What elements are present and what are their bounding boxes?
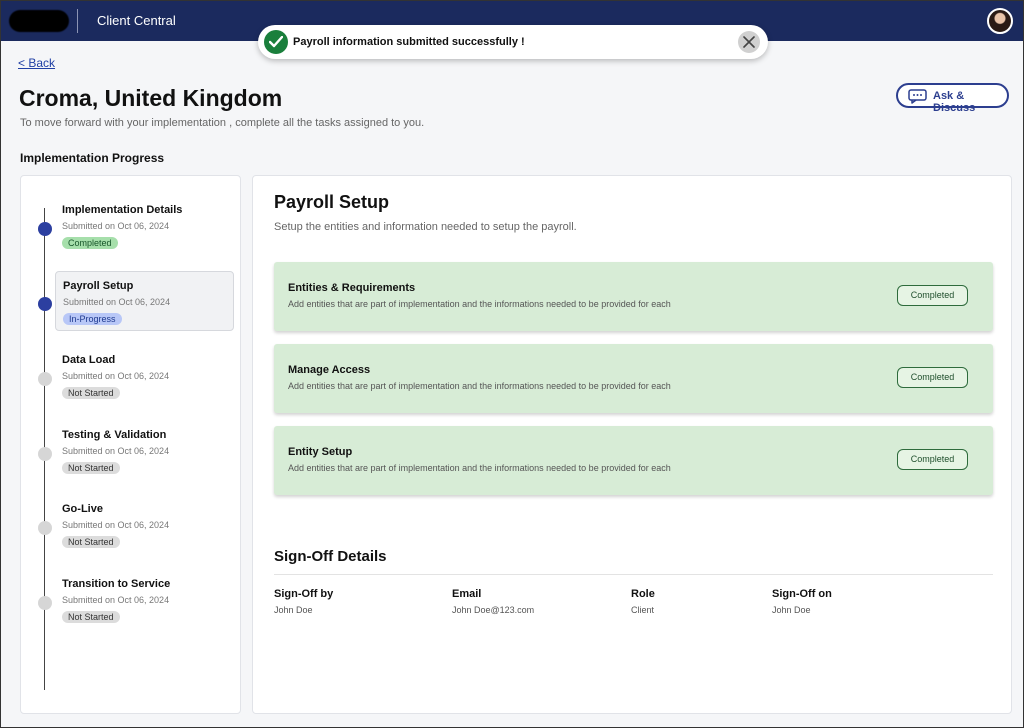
task-description: Add entities that are part of implementa… <box>288 299 671 309</box>
signoff-by-value: John Doe <box>274 605 313 615</box>
step-title: Transition to Service <box>62 578 171 590</box>
completed-button[interactable]: Completed <box>897 367 968 388</box>
step-testing-validation[interactable]: Testing & Validation Submitted on Oct 06… <box>21 421 242 483</box>
task-title: Manage Access <box>288 364 371 376</box>
task-card-manage-access[interactable]: Manage Access Add entities that are part… <box>274 344 993 413</box>
status-badge: Completed <box>62 237 118 249</box>
ask-discuss-label: Ask & Discuss <box>933 90 976 114</box>
step-dot-pending <box>38 521 52 535</box>
step-title: Payroll Setup <box>63 280 134 292</box>
step-date: Submitted on Oct 06, 2024 <box>62 371 170 381</box>
signoff-divider <box>274 574 993 575</box>
app-title: Client Central <box>97 13 176 28</box>
signoff-title: Sign-Off Details <box>274 548 387 565</box>
step-dot-active <box>38 297 52 311</box>
completed-button[interactable]: Completed <box>897 449 968 470</box>
task-card-entities-requirements[interactable]: Entities & Requirements Add entities tha… <box>274 262 993 331</box>
status-badge: In-Progress <box>63 313 122 325</box>
status-badge: Not Started <box>62 387 120 399</box>
step-payroll-setup[interactable]: Payroll Setup Submitted on Oct 06, 2024 … <box>21 271 242 333</box>
step-card[interactable]: Implementation Details Submitted on Oct … <box>55 196 234 256</box>
header-divider <box>77 9 78 33</box>
signoff-on-value: John Doe <box>772 605 811 615</box>
step-dot-pending <box>38 372 52 386</box>
step-dot-pending <box>38 447 52 461</box>
chat-bubble-icon <box>908 89 927 104</box>
task-description: Add entities that are part of implementa… <box>288 463 671 473</box>
status-badge: Not Started <box>62 611 120 623</box>
status-badge: Not Started <box>62 462 120 474</box>
step-title: Implementation Details <box>62 204 183 216</box>
step-implementation-details[interactable]: Implementation Details Submitted on Oct … <box>21 196 242 258</box>
step-dot-pending <box>38 596 52 610</box>
step-go-live[interactable]: Go-Live Submitted on Oct 06, 2024 Not St… <box>21 495 242 557</box>
back-link[interactable]: < Back <box>18 56 55 70</box>
task-description: Add entities that are part of implementa… <box>288 381 671 391</box>
section-title: Payroll Setup <box>274 192 390 212</box>
page-title: Croma, United Kingdom <box>19 85 283 111</box>
step-card[interactable]: Transition to Service Submitted on Oct 0… <box>55 570 234 630</box>
step-date: Submitted on Oct 06, 2024 <box>62 221 170 231</box>
step-title: Go-Live <box>62 503 103 515</box>
role-label: Role <box>631 588 655 600</box>
user-avatar[interactable] <box>987 8 1013 34</box>
check-circle-icon <box>264 30 288 54</box>
step-data-load[interactable]: Data Load Submitted on Oct 06, 2024 Not … <box>21 346 242 408</box>
company-logo[interactable] <box>9 10 69 32</box>
progress-heading: Implementation Progress <box>20 151 165 165</box>
role-value: Client <box>631 605 655 615</box>
step-date: Submitted on Oct 06, 2024 <box>62 595 170 605</box>
task-title: Entity Setup <box>288 446 353 458</box>
email-value: John Doe@123.com <box>452 605 535 615</box>
section-subtitle: Setup the entities and information neede… <box>274 221 577 233</box>
status-badge: Not Started <box>62 536 120 548</box>
step-date: Submitted on Oct 06, 2024 <box>62 520 170 530</box>
step-title: Testing & Validation <box>62 429 167 441</box>
step-date: Submitted on Oct 06, 2024 <box>63 297 171 307</box>
step-title: Data Load <box>62 354 116 366</box>
payroll-setup-panel: Payroll Setup Setup the entities and inf… <box>252 175 1012 714</box>
close-icon <box>743 36 755 48</box>
success-toast: Payroll information submitted successful… <box>258 25 768 59</box>
email-label: Email <box>452 588 482 600</box>
toast-message: Payroll information submitted successful… <box>293 36 525 48</box>
step-card[interactable]: Go-Live Submitted on Oct 06, 2024 Not St… <box>55 495 234 555</box>
step-card-active[interactable]: Payroll Setup Submitted on Oct 06, 2024 … <box>55 271 234 331</box>
task-card-entity-setup[interactable]: Entity Setup Add entities that are part … <box>274 426 993 495</box>
toast-close-button[interactable] <box>738 31 760 53</box>
completed-button[interactable]: Completed <box>897 285 968 306</box>
signoff-by-label: Sign-Off by <box>274 588 334 600</box>
step-card[interactable]: Testing & Validation Submitted on Oct 06… <box>55 421 234 481</box>
app-window: Client Central Payroll information submi… <box>0 0 1024 728</box>
step-transition-to-service[interactable]: Transition to Service Submitted on Oct 0… <box>21 570 242 632</box>
step-card[interactable]: Data Load Submitted on Oct 06, 2024 Not … <box>55 346 234 406</box>
ask-discuss-button[interactable]: Ask & Discuss <box>896 83 1009 114</box>
signoff-on-label: Sign-Off on <box>772 588 832 600</box>
step-dot-completed <box>38 222 52 236</box>
implementation-progress-panel: Implementation Details Submitted on Oct … <box>20 175 241 714</box>
page-subtitle: To move forward with your implementation… <box>20 117 425 129</box>
task-title: Entities & Requirements <box>288 282 416 294</box>
step-date: Submitted on Oct 06, 2024 <box>62 446 170 456</box>
